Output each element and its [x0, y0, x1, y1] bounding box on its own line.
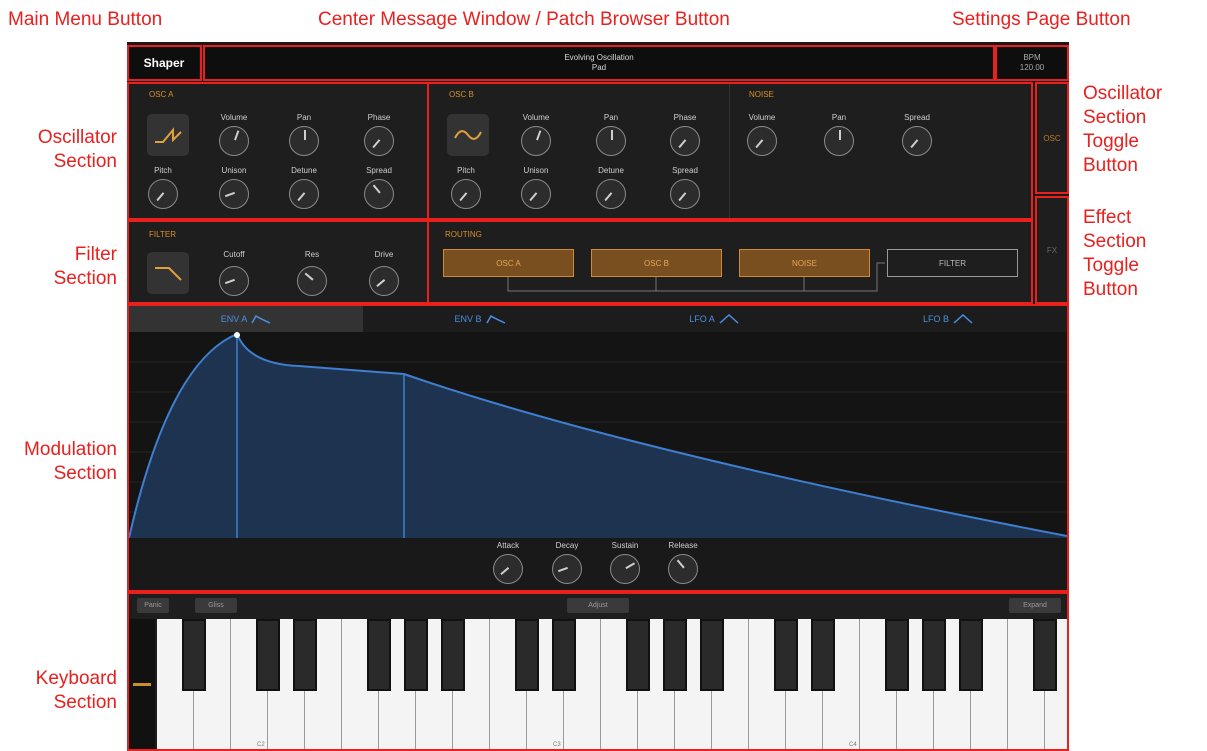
filter-highlight [127, 220, 1033, 304]
center-window-highlight [203, 45, 995, 81]
keyboard-highlight [127, 592, 1069, 751]
osc-toggle-annotation: Oscillator Section Toggle Button [1083, 83, 1163, 176]
modulation-highlight [127, 304, 1069, 592]
keyboard-section-annotation: Keyboard Section [35, 668, 117, 713]
settings-annotation: Settings Page Button [952, 9, 1131, 30]
fx-toggle-highlight [1035, 196, 1069, 304]
center-window-annotation: Center Message Window / Patch Browser Bu… [318, 9, 730, 30]
filter-section-annotation: Filter Section [53, 244, 117, 289]
synth-app: Shaper Evolving Oscillation Pad BPM 120.… [127, 42, 1069, 751]
modulation-section-annotation: Modulation Section [24, 439, 117, 484]
fx-toggle-annotation: Effect Section Toggle Button [1083, 207, 1147, 300]
osc-toggle-highlight [1035, 82, 1069, 194]
oscillator-section-annotation: Oscillator Section [37, 127, 117, 172]
oscillator-highlight [127, 82, 1033, 220]
main-menu-annotation: Main Menu Button [8, 9, 163, 30]
main-menu-highlight [127, 45, 202, 81]
settings-highlight [995, 45, 1069, 81]
